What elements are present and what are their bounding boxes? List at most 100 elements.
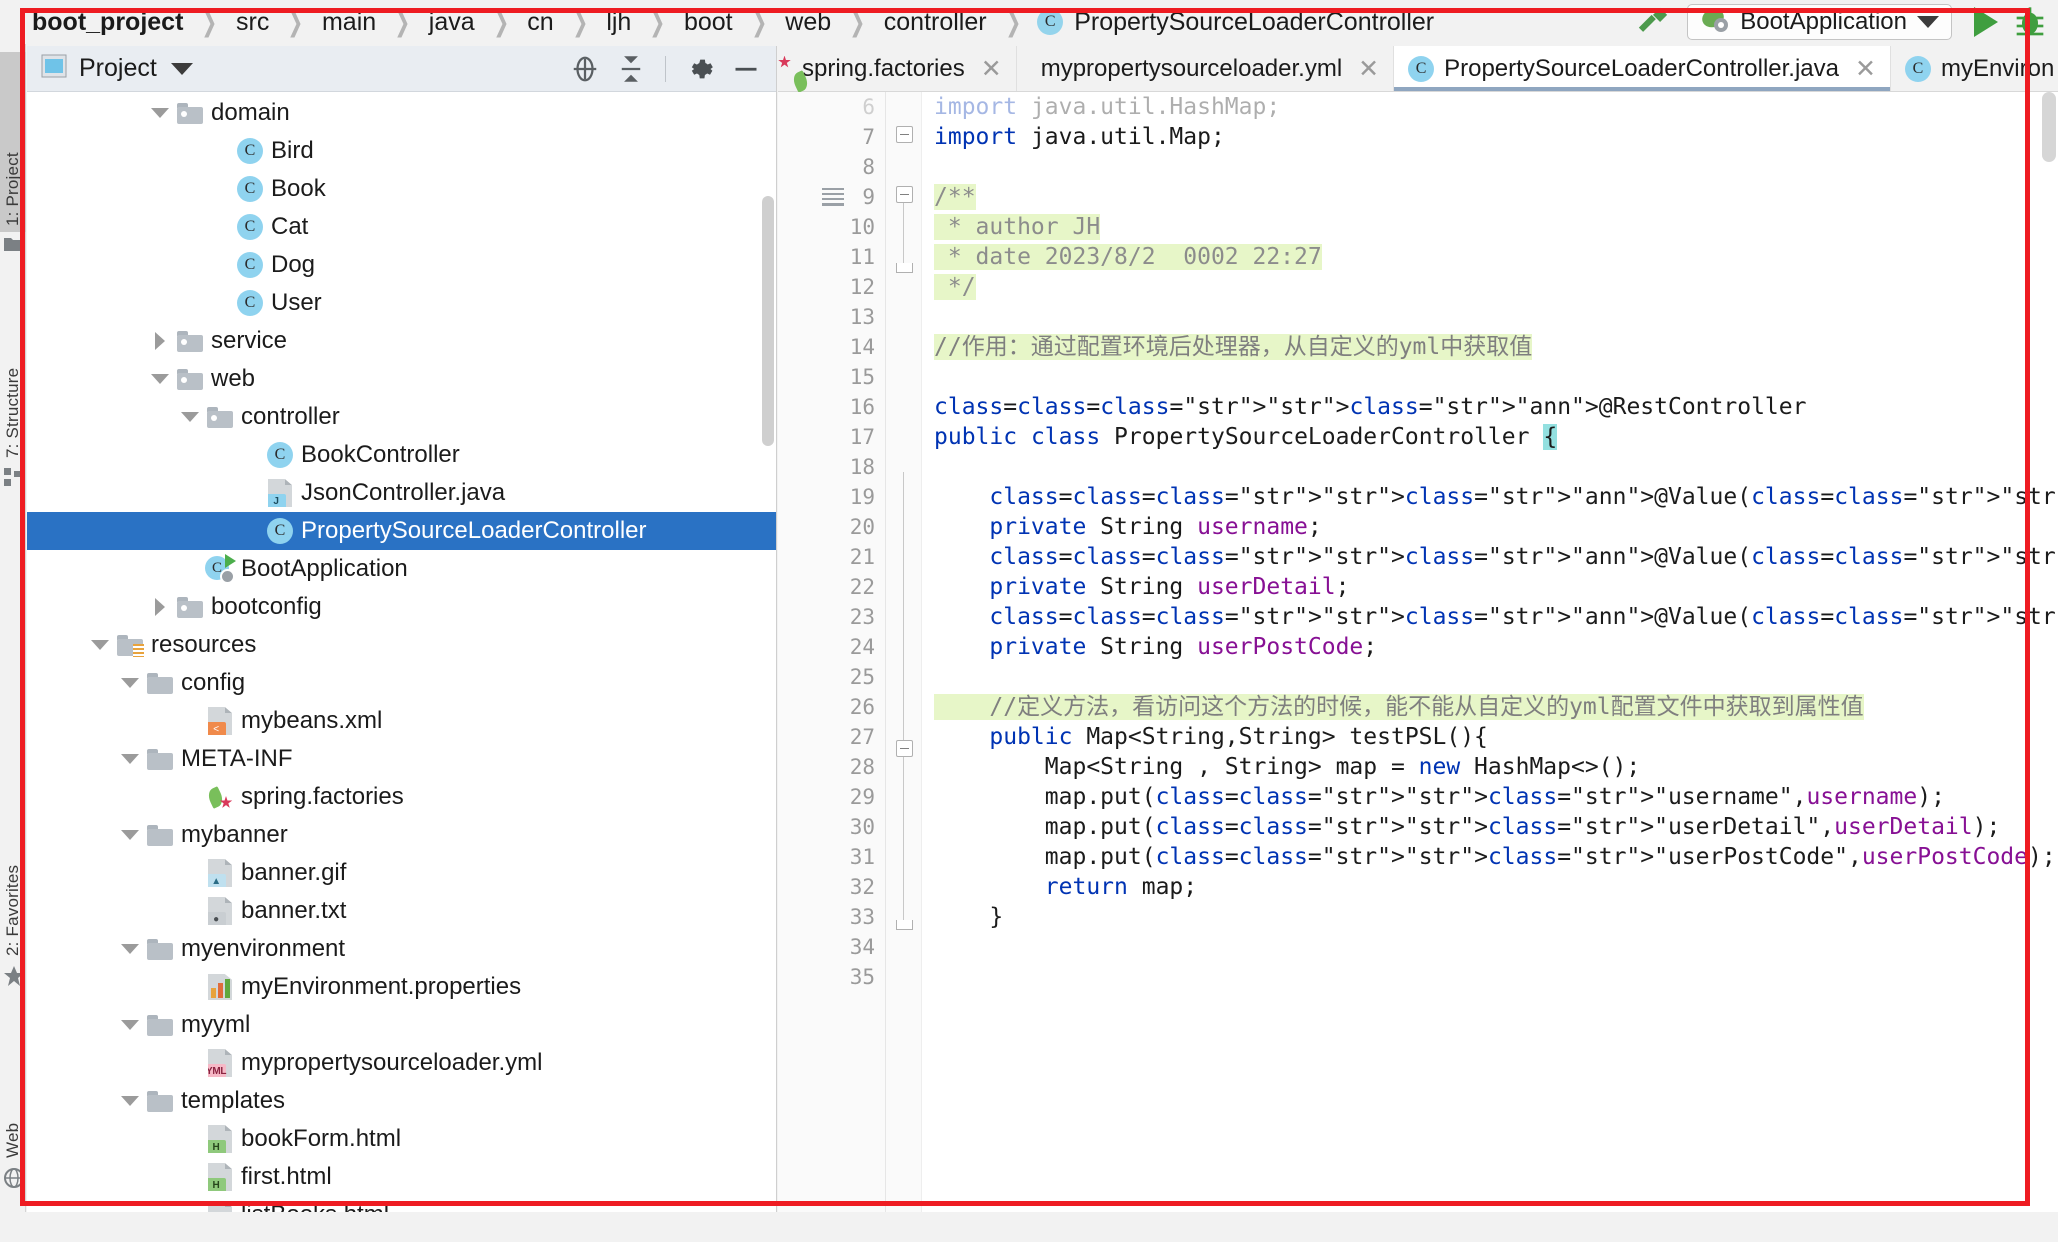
breadcrumb-item-web[interactable]: web (783, 8, 833, 37)
tree-row[interactable]: J JsonController.java (27, 474, 776, 512)
code-folding-gutter[interactable] (886, 92, 922, 1242)
fold-marker-icon[interactable] (896, 740, 913, 757)
tree-row[interactable]: myEnvironment.properties (27, 968, 776, 1006)
tree-expand-toggle[interactable] (207, 284, 233, 322)
tree-row[interactable]: ● banner.txt (27, 892, 776, 930)
code-line[interactable]: class=class=class="str">"str">class="str… (934, 602, 2058, 632)
tree-row[interactable]: templates (27, 1082, 776, 1120)
tree-row[interactable]: C BookController (27, 436, 776, 474)
chevron-down-icon[interactable] (121, 754, 139, 764)
fold-marker-icon[interactable] (896, 186, 913, 203)
chevron-down-icon[interactable] (91, 640, 109, 650)
code-line[interactable]: Map<String , String> map = new HashMap<>… (934, 752, 2058, 782)
tree-expand-toggle[interactable] (117, 1082, 143, 1120)
tree-expand-toggle[interactable] (177, 1044, 203, 1082)
tree-expand-toggle[interactable] (147, 322, 173, 360)
tree-row[interactable]: service (27, 322, 776, 360)
tree-expand-toggle[interactable] (87, 626, 113, 664)
editor-tab-bar[interactable]: spring.factories ✕ YML mypropertysourceload… (778, 46, 2058, 93)
code-line[interactable]: */ (934, 272, 2058, 302)
code-line[interactable]: map.put(class=class="str">"str">class="s… (934, 812, 2058, 842)
tree-expand-toggle[interactable] (177, 892, 203, 930)
tree-expand-toggle[interactable] (237, 474, 263, 512)
breadcrumb-item-boot[interactable]: boot (682, 8, 735, 37)
tree-row[interactable]: < mybeans.xml (27, 702, 776, 740)
code-line[interactable] (934, 662, 2058, 692)
chevron-down-icon[interactable] (151, 374, 169, 384)
hammer-icon[interactable] (1631, 2, 1675, 42)
tree-expand-toggle[interactable] (177, 702, 203, 740)
code-line[interactable] (934, 302, 2058, 332)
tree-row[interactable]: HbookForm.html (27, 1120, 776, 1158)
close-icon[interactable]: ✕ (1855, 54, 1876, 84)
code-line[interactable]: class=class=class="str">"str">class="str… (934, 482, 2058, 512)
chevron-down-icon[interactable] (121, 1096, 139, 1106)
line-number-gutter[interactable]: 6 7 8 9 10 11 12 13 14 15 16 17 18 19 20 21 22 23 24 25 26 27… (778, 92, 886, 1242)
sidebar-item-project[interactable]: 1: Project (0, 52, 26, 232)
tree-expand-toggle[interactable] (177, 1158, 203, 1196)
project-tree-scrollbar[interactable] (762, 196, 774, 446)
breadcrumb-item-project[interactable]: boot_project (30, 8, 185, 37)
chevron-down-icon[interactable] (170, 62, 193, 75)
code-line[interactable]: //作用：通过配置环境后处理器，从自定义的yml中获取值 (934, 332, 2058, 362)
tree-expand-toggle[interactable] (207, 170, 233, 208)
hide-minimize-icon[interactable] (726, 51, 766, 87)
close-icon[interactable]: ✕ (981, 54, 1002, 84)
tree-expand-toggle[interactable] (147, 588, 173, 626)
tree-row[interactable]: resources (27, 626, 776, 664)
tree-row[interactable]: myyml (27, 1006, 776, 1044)
close-icon[interactable]: ✕ (1358, 54, 1379, 84)
locate-icon[interactable] (565, 51, 605, 87)
tree-row[interactable]: YML mypropertysourceloader.yml (27, 1044, 776, 1082)
breadcrumb-item-src[interactable]: src (234, 8, 271, 37)
chevron-down-icon[interactable] (121, 1020, 139, 1030)
code-line[interactable]: public class PropertySourceLoaderControl… (934, 422, 2058, 452)
code-line[interactable]: } (934, 902, 2058, 932)
code-line[interactable]: import java.util.Map; (934, 122, 2058, 152)
tree-row[interactable]: C Book (27, 170, 776, 208)
chevron-right-icon[interactable] (155, 598, 165, 616)
chevron-down-icon[interactable] (121, 944, 139, 954)
code-line[interactable] (934, 962, 2058, 992)
code-line[interactable]: private String username; (934, 512, 2058, 542)
tree-row[interactable]: mybanner (27, 816, 776, 854)
breadcrumb-item-cn[interactable]: cn (525, 8, 555, 37)
tree-expand-toggle[interactable] (117, 740, 143, 778)
fold-marker-icon[interactable] (896, 126, 913, 143)
editor-tab[interactable]: CmyEnviron (1891, 46, 2058, 91)
code-line[interactable]: * date 2023/8/2 0002 22:27 (934, 242, 2058, 272)
code-line[interactable]: map.put(class=class="str">"str">class="s… (934, 842, 2058, 872)
tree-row[interactable]: Hfirst.html (27, 1158, 776, 1196)
tree-expand-toggle[interactable] (177, 778, 203, 816)
code-line[interactable]: private String userPostCode; (934, 632, 2058, 662)
tree-row-selected[interactable]: C PropertySourceLoaderController (27, 512, 776, 550)
tree-row[interactable]: C BootApplication (27, 550, 776, 588)
editor-scrollbar[interactable] (2042, 92, 2056, 162)
code-line[interactable]: //定义方法，看访问这个方法的时候，能不能从自定义的yml配置文件中获取到属性值 (934, 692, 2058, 722)
tree-expand-toggle[interactable] (177, 854, 203, 892)
breadcrumb-item-java[interactable]: java (427, 8, 477, 37)
chevron-down-icon[interactable] (181, 412, 199, 422)
sidebar-item-structure[interactable]: 7: Structure (0, 274, 26, 464)
code-line[interactable]: public Map<String,String> testPSL(){ (934, 722, 2058, 752)
code-editor[interactable]: 6 7 8 9 10 11 12 13 14 15 16 17 18 19 20 21 22 23 24 25 26 27… (778, 92, 2058, 1242)
code-line[interactable]: return map; (934, 872, 2058, 902)
run-icon[interactable] (1964, 2, 2008, 42)
tree-expand-toggle[interactable] (147, 94, 173, 132)
code-line[interactable] (934, 932, 2058, 962)
sidebar-item-favorites[interactable]: 2: Favorites (0, 762, 26, 962)
tree-expand-toggle[interactable] (177, 398, 203, 436)
sidebar-item-web[interactable]: Web (0, 1064, 26, 1164)
tree-expand-toggle[interactable] (117, 930, 143, 968)
tree-expand-toggle[interactable] (117, 664, 143, 702)
code-line[interactable]: import java.util.HashMap; (934, 92, 2058, 122)
tree-expand-toggle[interactable] (117, 1006, 143, 1044)
collapse-all-icon[interactable] (611, 51, 651, 87)
breadcrumb-item-controller[interactable]: controller (882, 8, 989, 37)
code-line[interactable]: class=class=class="str">"str">class="str… (934, 392, 2058, 422)
chevron-down-icon[interactable] (121, 830, 139, 840)
tree-row[interactable]: myenvironment (27, 930, 776, 968)
tree-row[interactable]: spring.factories (27, 778, 776, 816)
tree-expand-toggle[interactable] (207, 246, 233, 284)
tree-expand-toggle[interactable] (207, 132, 233, 170)
